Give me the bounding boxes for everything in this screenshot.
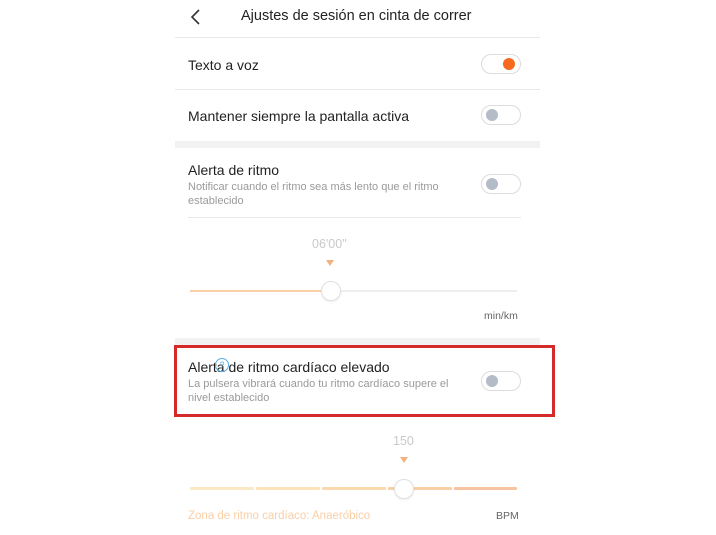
pace-value: 06'00" <box>312 237 347 251</box>
pace-unit: min/km <box>484 310 518 322</box>
tts-label: Texto a voz <box>188 57 259 73</box>
hr-zone-label: Zona de ritmo cardíaco: Anaeróbico <box>188 510 371 522</box>
pace-slider-fill <box>190 290 330 292</box>
toggle-knob <box>486 178 498 190</box>
pace-alert-label: Alerta de ritmo <box>188 162 280 178</box>
header: Ajustes de sesión en cinta de correr <box>175 0 540 36</box>
hr-slider-thumb[interactable] <box>394 479 414 499</box>
section-gap <box>175 141 540 148</box>
hr-unit: BPM <box>496 510 519 522</box>
hr-value: 150 <box>393 434 414 448</box>
highlight-box <box>174 345 555 417</box>
toggle-knob <box>503 58 515 70</box>
divider <box>175 89 540 90</box>
hr-zone-segment <box>256 487 320 490</box>
settings-screen: Ajustes de sesión en cinta de correr Tex… <box>175 0 540 535</box>
hr-marker <box>400 457 408 463</box>
tts-toggle[interactable] <box>481 54 521 74</box>
pace-marker <box>326 260 334 266</box>
divider <box>188 217 521 218</box>
pace-alert-description: Notificar cuando el ritmo sea más lento … <box>188 181 439 207</box>
hr-zone-segment <box>190 487 254 490</box>
screen-on-label: Mantener siempre la pantalla activa <box>188 108 410 124</box>
hr-zone-segment <box>322 487 386 490</box>
back-button[interactable] <box>183 4 209 30</box>
pace-alert-toggle[interactable] <box>481 174 521 194</box>
pace-slider-thumb[interactable] <box>321 281 341 301</box>
page-title: Ajustes de sesión en cinta de correr <box>241 8 472 24</box>
section-gap <box>175 338 540 345</box>
hr-zone-segment <box>454 487 517 490</box>
chevron-left-icon <box>190 9 200 25</box>
screen-on-toggle[interactable] <box>481 105 521 125</box>
divider <box>175 37 540 38</box>
toggle-knob <box>486 109 498 121</box>
